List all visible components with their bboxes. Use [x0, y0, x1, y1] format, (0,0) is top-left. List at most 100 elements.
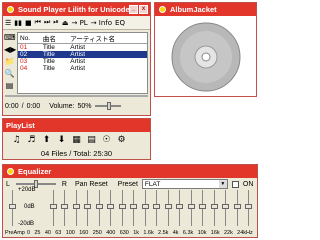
move-down-icon[interactable]: ⬇ — [56, 135, 67, 145]
text-icon[interactable]: ▤ — [4, 80, 15, 92]
table-row[interactable]: 04 Title Artist — [18, 65, 147, 72]
band-slider[interactable] — [153, 189, 161, 227]
band-knob[interactable] — [72, 204, 80, 209]
pause-icon[interactable]: ▮▮ — [14, 19, 22, 27]
band-knob[interactable] — [50, 204, 57, 209]
freq-label: 1k — [133, 230, 139, 236]
next-icon[interactable]: ⏭ — [44, 18, 50, 27]
band-knob[interactable] — [95, 204, 103, 209]
band-slider[interactable] — [118, 189, 126, 227]
eq-toggle[interactable]: EQ — [115, 19, 125, 27]
find-icon[interactable]: ☉ — [101, 135, 112, 145]
previous-icon[interactable]: ⏮ — [35, 18, 41, 27]
volume-value: 50% — [77, 102, 92, 110]
column-title[interactable]: 曲名 — [40, 33, 69, 44]
band-slider[interactable] — [84, 189, 92, 227]
close-button[interactable]: x — [139, 5, 148, 14]
preamp-knob[interactable] — [9, 204, 16, 209]
app-icon — [6, 167, 15, 176]
band-slider[interactable] — [107, 189, 115, 227]
list-icon[interactable]: ▤ — [86, 135, 97, 145]
menu-icon[interactable]: ☰ — [5, 19, 11, 27]
save-icon[interactable]: ▦ — [71, 135, 82, 145]
band-slider[interactable] — [187, 189, 195, 227]
info-toggle[interactable]: → Info — [91, 19, 112, 27]
table-row[interactable]: 03 Title Artist — [18, 58, 147, 65]
player-titlebar[interactable]: Sound Player Lilith for Unicode OSs _ x — [3, 3, 150, 16]
album-window: AlbumJacket — [154, 2, 257, 97]
volume-label: Volume: — [49, 102, 75, 110]
album-titlebar[interactable]: AlbumJacket — [155, 3, 256, 16]
eq-titlebar[interactable]: Equalizer — [3, 165, 257, 178]
playlist-toolbar: ♫ ♬ ⬆ ⬇ ▦ ▤ ☉ ⚙ — [3, 132, 150, 148]
volume-slider[interactable] — [94, 102, 121, 110]
track-title: Title — [42, 65, 55, 72]
folder-icon[interactable]: 📁 — [4, 56, 15, 68]
band-slider[interactable] — [50, 189, 57, 227]
band-knob[interactable] — [141, 204, 149, 209]
band-slider[interactable] — [141, 189, 149, 227]
track-no: 01 — [20, 44, 28, 51]
eject-icon[interactable]: ⏏ — [62, 19, 69, 27]
band-knob[interactable] — [61, 204, 69, 209]
seek-bar[interactable] — [5, 95, 148, 97]
options-icon[interactable]: ⚙ — [116, 135, 127, 145]
band-slider[interactable] — [72, 189, 80, 227]
band-knob[interactable] — [153, 204, 161, 209]
band-slider[interactable] — [210, 189, 218, 227]
player-window: Sound Player Lilith for Unicode OSs _ x … — [2, 2, 151, 116]
band-slider[interactable] — [164, 189, 172, 227]
band-knob[interactable] — [210, 204, 218, 209]
table-row-selected[interactable]: 02 Title Artist — [18, 51, 147, 58]
band-slider[interactable] — [222, 189, 230, 227]
band-slider[interactable] — [95, 189, 103, 227]
freq-label: 25 — [34, 230, 41, 236]
eq-on-checkbox[interactable] — [231, 180, 239, 188]
band-knob[interactable] — [199, 204, 207, 209]
pan-reset-button[interactable]: Pan Reset — [75, 181, 108, 188]
band-slider[interactable] — [244, 189, 252, 227]
freq-label: 2.5k — [158, 230, 169, 236]
column-artist[interactable]: アーティスト名 — [68, 33, 147, 44]
chevron-down-icon[interactable]: ▼ — [218, 180, 227, 188]
arrows-icon[interactable]: ◀▶ — [4, 44, 16, 56]
add-folder-icon[interactable]: ♬ — [26, 135, 37, 145]
move-up-icon[interactable]: ⬆ — [41, 135, 52, 145]
band-knob[interactable] — [118, 204, 126, 209]
band-knob[interactable] — [244, 204, 252, 209]
band-slider[interactable] — [61, 189, 69, 227]
band-knob[interactable] — [233, 204, 241, 209]
preset-select[interactable]: FLAT ▼ — [141, 179, 228, 189]
balance-slider[interactable] — [15, 180, 56, 188]
preamp-slider[interactable] — [9, 189, 16, 227]
band-knob[interactable] — [130, 204, 138, 209]
minimize-button[interactable]: _ — [129, 5, 138, 14]
track-list[interactable]: No. 曲名 アーティスト名 01 Title Artist 02 Title … — [17, 32, 148, 94]
playlist-toggle[interactable]: → PL — [71, 19, 87, 27]
album-art — [161, 20, 251, 94]
freq-label: 1.6k — [143, 230, 154, 236]
band-slider[interactable] — [176, 189, 184, 227]
band-slider[interactable] — [199, 189, 207, 227]
playlist-titlebar[interactable]: PlayList — [3, 119, 150, 132]
track-artist: Artist — [70, 44, 86, 51]
search-icon[interactable]: 🔍 — [4, 68, 15, 80]
table-row[interactable]: 01 Title Artist — [18, 44, 147, 51]
band-knob[interactable] — [164, 204, 172, 209]
add-file-icon[interactable]: ♫ — [11, 135, 22, 145]
band-knob[interactable] — [176, 204, 184, 209]
band-knob[interactable] — [107, 204, 115, 209]
band-knob[interactable] — [222, 204, 230, 209]
band-slider[interactable] — [233, 189, 241, 227]
equalizer-window: Equalizer L R Pan Reset Preset FLAT ▼ ON… — [2, 164, 258, 238]
play-icon[interactable]: ⏯ — [53, 18, 59, 27]
band-slider[interactable] — [130, 189, 138, 227]
column-no[interactable]: No. — [18, 33, 41, 44]
keyboard-icon[interactable]: ⌨ — [4, 32, 16, 44]
player-toolbar: ☰ ▮▮ ■ ⏮ ⏭ ⏯ ⏏ → PL → Info EQ — [3, 16, 150, 30]
freq-label: 6.3k — [182, 230, 194, 236]
band-knob[interactable] — [84, 204, 92, 209]
stop-icon[interactable]: ■ — [25, 19, 32, 27]
band-knob[interactable] — [187, 204, 195, 209]
volume-thumb[interactable] — [106, 102, 111, 110]
